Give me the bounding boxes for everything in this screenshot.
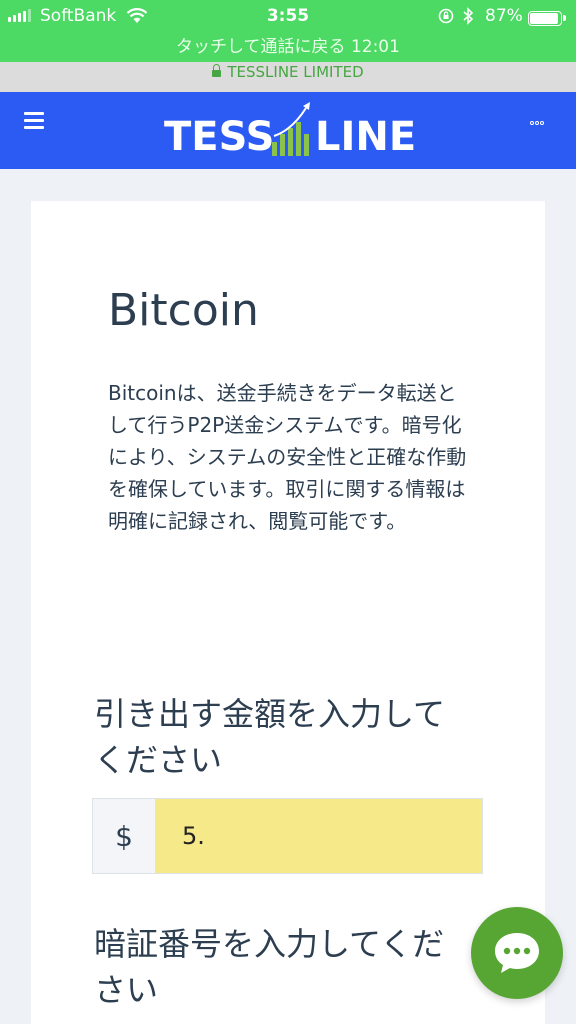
withdraw-amount-label: 引き出す金額を入力してください: [94, 695, 446, 779]
description-text: Bitcoinは、送金手続きをデータ転送として行うP2P送金システムです。暗号化…: [108, 381, 467, 533]
tessline-logo[interactable]: TESS LINE: [164, 100, 417, 162]
battery-percent: 87%: [485, 6, 523, 26]
content-card: Bitcoin Bitcoinは、送金手続きをデータ転送として行うP2P送金シス…: [31, 201, 545, 1024]
battery-icon: [528, 11, 566, 26]
page-title: Bitcoin: [108, 285, 259, 336]
pin-label: 暗証番号を入力してください: [94, 925, 445, 1009]
site-header: TESS LINE: [0, 92, 576, 169]
return-to-call-banner[interactable]: タッチして通話に戻る 12:01: [0, 32, 576, 57]
rotation-lock-icon: [438, 8, 454, 24]
hamburger-menu-button[interactable]: [24, 112, 44, 129]
logo-bars-icon: [272, 102, 310, 156]
amount-input[interactable]: [156, 799, 482, 873]
chat-bubble-icon: [495, 933, 539, 973]
more-options-button[interactable]: [530, 110, 556, 125]
site-name: TESSLINE LIMITED: [227, 63, 364, 81]
chat-button[interactable]: [471, 907, 563, 999]
logo-text-right: LINE: [315, 114, 417, 160]
url-bar[interactable]: TESSLINE LIMITED: [0, 62, 576, 92]
status-row: SoftBank 3:55 87%: [0, 4, 576, 30]
amount-input-group: $: [92, 798, 483, 874]
currency-addon: $: [93, 799, 156, 873]
bluetooth-icon: [463, 7, 474, 25]
logo-text-left: TESS: [164, 114, 275, 160]
lock-icon: [212, 64, 222, 77]
status-bar: SoftBank 3:55 87% タッチして通話に戻る 12:01: [0, 0, 576, 62]
